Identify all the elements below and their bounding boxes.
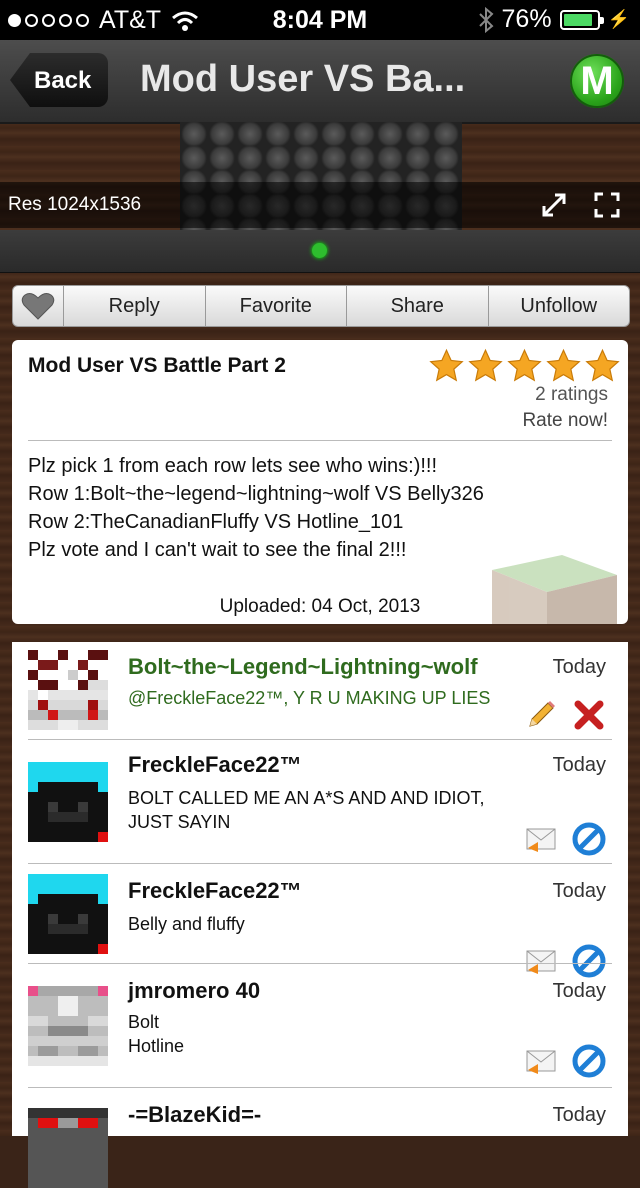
page-title: Mod User VS Ba... bbox=[140, 58, 466, 100]
comment-line: Hotline bbox=[128, 1036, 185, 1056]
description-line: Row 2:TheCanadianFluffy VS Hotline_101 bbox=[28, 511, 404, 533]
unfollow-button[interactable]: Unfollow bbox=[489, 286, 630, 326]
star-icon[interactable] bbox=[467, 348, 504, 384]
delete-icon[interactable] bbox=[572, 698, 606, 732]
description-line: Plz vote and I can't wait to see the fin… bbox=[28, 539, 407, 561]
block-icon[interactable] bbox=[572, 822, 606, 856]
block-icon[interactable] bbox=[572, 1044, 606, 1078]
comment-item[interactable]: jmromero 40 Today Bolt Hotline bbox=[12, 964, 628, 1088]
comment-time: Today bbox=[552, 754, 606, 776]
comment-line: BOLT CALLED ME AN A*S AND AND IDIOT, bbox=[128, 788, 485, 808]
pencil-icon[interactable] bbox=[524, 698, 558, 732]
battery-icon bbox=[559, 9, 604, 30]
star-icon[interactable] bbox=[545, 348, 582, 384]
avatar bbox=[28, 762, 108, 842]
description-line: Plz pick 1 from each row lets see who wi… bbox=[28, 455, 438, 477]
comment-time: Today bbox=[552, 656, 606, 678]
comment-username[interactable]: FreckleFace22™ bbox=[128, 878, 302, 904]
comment-line: Bolt bbox=[128, 1012, 160, 1032]
star-icon[interactable] bbox=[506, 348, 543, 384]
comments-list: Bolt~the~Legend~Lightning~wolf Today @Fr… bbox=[12, 642, 628, 1188]
comment-text: Belly and fluffy bbox=[128, 914, 245, 934]
comment-text: BOLT CALLED ME AN A*S AND AND IDIOT, JUS… bbox=[128, 786, 484, 834]
comment-time: Today bbox=[552, 980, 606, 1002]
charging-icon: ⚡ bbox=[607, 9, 630, 29]
heart-icon bbox=[21, 293, 55, 320]
post-title: Mod User VS Battle Part 2 bbox=[28, 354, 286, 377]
avatar bbox=[28, 1108, 108, 1188]
avatar bbox=[28, 986, 108, 1066]
star-rating[interactable] bbox=[428, 348, 621, 384]
comment-username[interactable]: Bolt~the~Legend~Lightning~wolf bbox=[128, 654, 478, 680]
page-indicator bbox=[0, 230, 640, 273]
favorite-button[interactable]: Favorite bbox=[206, 286, 347, 326]
post-info-card: Mod User VS Battle Part 2 2 ratings Rate… bbox=[12, 340, 628, 624]
bluetooth-icon bbox=[478, 6, 494, 33]
comment-item[interactable]: FreckleFace22™ Today BOLT CALLED ME AN A… bbox=[12, 740, 628, 864]
reply-button[interactable]: Reply bbox=[64, 286, 206, 326]
back-button-label: Back bbox=[34, 67, 92, 94]
like-button[interactable] bbox=[13, 286, 64, 326]
comment-time: Today bbox=[552, 880, 606, 902]
comment-text: Bolt Hotline bbox=[128, 1010, 184, 1058]
resolution-label: Res 1024x1536 bbox=[8, 194, 142, 215]
rate-now-link[interactable]: Rate now! bbox=[522, 410, 608, 432]
message-reply-icon[interactable] bbox=[524, 1044, 558, 1078]
ratings-count: 2 ratings bbox=[535, 384, 608, 405]
comment-line: JUST SAYIN bbox=[128, 812, 231, 832]
comment-item[interactable]: -=BlazeKid=- Today bbox=[12, 1088, 628, 1188]
page-indicator-dot bbox=[312, 243, 327, 258]
comment-text: @FreckleFace22™, Y R U MAKING UP LIES bbox=[128, 688, 491, 708]
status-bar: AT&T 8:04 PM 76% ⚡ bbox=[0, 0, 640, 40]
star-icon[interactable] bbox=[428, 348, 465, 384]
comment-time: Today bbox=[552, 1104, 606, 1126]
action-toolbar: Reply Favorite Share Unfollow bbox=[12, 285, 630, 327]
fullscreen-icon[interactable] bbox=[593, 191, 621, 219]
upload-date: Uploaded: 04 Oct, 2013 bbox=[219, 596, 421, 617]
message-reply-icon[interactable] bbox=[524, 822, 558, 856]
comment-username[interactable]: jmromero 40 bbox=[128, 978, 260, 1004]
avatar bbox=[28, 874, 108, 954]
divider bbox=[28, 440, 612, 441]
comment-item[interactable]: Bolt~the~Legend~Lightning~wolf Today @Fr… bbox=[12, 642, 628, 740]
navigation-bar: Back Mod User VS Ba... M bbox=[0, 40, 640, 124]
share-button[interactable]: Share bbox=[347, 286, 489, 326]
description-line: Row 1:Bolt~the~legend~lightning~wolf VS … bbox=[28, 483, 484, 505]
star-icon[interactable] bbox=[584, 348, 621, 384]
battery-percent: 76% bbox=[501, 5, 552, 33]
avatar bbox=[28, 650, 108, 730]
comment-username[interactable]: -=BlazeKid=- bbox=[128, 1102, 261, 1128]
expand-icon[interactable] bbox=[540, 191, 568, 219]
post-description: Plz pick 1 from each row lets see who wi… bbox=[28, 452, 484, 564]
comment-username[interactable]: FreckleFace22™ bbox=[128, 752, 302, 778]
app-logo-icon[interactable]: M bbox=[570, 54, 624, 108]
comment-item[interactable]: FreckleFace22™ Today Belly and fluffy bbox=[12, 864, 628, 978]
back-button[interactable]: Back bbox=[10, 53, 108, 107]
